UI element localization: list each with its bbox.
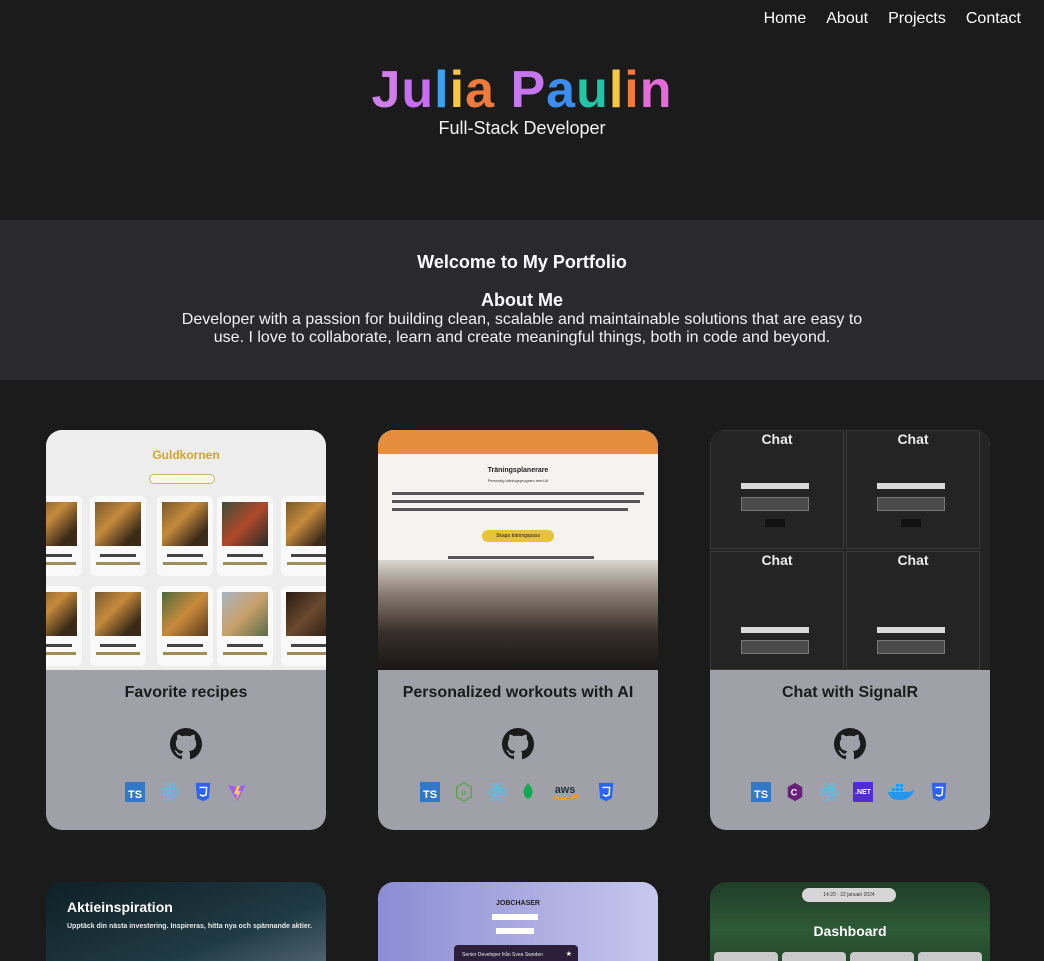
project-card-jobchaser[interactable]: JOBCHASER Senior Developer från Svea Swe… [378, 882, 658, 961]
job-listing: Senior Developer från Svea Sweden ★ [454, 945, 578, 961]
screenshot-app-name: Guldkornen [152, 448, 220, 462]
mongodb-icon [523, 782, 533, 802]
project-screenshot: Chat Chat Chat Chat [710, 430, 990, 670]
hero-name-letter: a [465, 61, 495, 119]
csharp-icon: C [787, 782, 803, 802]
project-card-recipes[interactable]: Guldkornen Favorite recipes TS [46, 430, 326, 830]
screenshot-button: Skapa träningspass [482, 530, 554, 542]
vite-icon [228, 785, 246, 801]
nodejs-icon: js [456, 782, 472, 802]
css3-icon [931, 782, 947, 802]
project-screenshot-title: Dashboard [813, 923, 887, 939]
hero-name-letter: l [434, 61, 450, 119]
react-icon [819, 783, 839, 801]
screenshot-subtitle: Personlig träningsprogram med AI [487, 478, 549, 483]
about-heading: About Me [481, 290, 563, 310]
css3-icon [598, 782, 614, 802]
svg-text:aws: aws [555, 784, 576, 796]
tech-stack: TS js aws [378, 782, 658, 802]
github-icon[interactable] [170, 728, 202, 760]
react-icon [488, 783, 508, 801]
hero: Julia Paulin Full-Stack Developer [0, 62, 1044, 139]
project-screenshot-title: JOBCHASER [496, 900, 540, 907]
hero-name-letter: i [449, 61, 466, 119]
typescript-icon: TS [125, 782, 145, 802]
hero-name-letter [495, 61, 510, 119]
project-card-aktie[interactable]: Aktieinspiration Upptäck din nästa inves… [46, 882, 326, 961]
project-screenshot: Träningsplanerare Personlig träningsprog… [378, 430, 658, 670]
project-screenshot-text: Upptäck din nästa investering. Inspirera… [67, 923, 313, 930]
nav-contact-link[interactable]: Contact [966, 10, 1021, 28]
screenshot-topbar [378, 430, 658, 454]
project-card-chat[interactable]: Chat Chat Chat Chat Chat with SignalR TS… [710, 430, 990, 830]
docker-icon [888, 784, 914, 800]
hero-name-letter: u [576, 61, 609, 119]
screenshot-app-name: Träningsplanerare [487, 467, 549, 474]
typescript-icon: TS [420, 782, 440, 802]
about-section: Welcome to My Portfolio About Me Develop… [0, 220, 1044, 380]
nav-home-link[interactable]: Home [764, 10, 807, 28]
dotnet-icon: .NET [853, 782, 873, 802]
nav-about-link[interactable]: About [826, 10, 868, 28]
time-pill: 14:20 · 22 januari 2024 [802, 888, 896, 902]
github-icon[interactable] [502, 728, 534, 760]
project-card-workouts[interactable]: Träningsplanerare Personlig träningsprog… [378, 430, 658, 830]
screenshot-search [149, 474, 215, 484]
hero-subtitle: Full-Stack Developer [438, 118, 606, 138]
hero-name-letter: n [639, 61, 673, 119]
hero-name-letter: P [510, 61, 547, 119]
github-icon[interactable] [834, 728, 866, 760]
tech-stack: TS C .NET [710, 782, 990, 802]
svg-text:js: js [460, 790, 467, 797]
main-nav: Home About Projects Contact [764, 10, 1021, 28]
svg-text:C: C [791, 788, 798, 798]
project-screenshot-title: Aktieinspiration [67, 899, 173, 915]
nav-projects-link[interactable]: Projects [888, 10, 946, 28]
hero-name-letter: u [401, 61, 435, 119]
tech-stack: TS [46, 782, 326, 802]
css3-icon [195, 782, 211, 802]
react-icon [159, 783, 179, 801]
project-card-dashboard[interactable]: 14:20 · 22 januari 2024 Dashboard [710, 882, 990, 961]
aws-icon: aws [552, 784, 579, 800]
typescript-icon: TS [751, 782, 771, 802]
screenshot-photo [378, 560, 658, 670]
project-title: Favorite recipes [124, 684, 248, 701]
star-icon: ★ [565, 951, 572, 958]
project-screenshot: Guldkornen [46, 430, 326, 670]
about-text: Developer with a passion for building cl… [181, 311, 863, 346]
project-title: Personalized workouts with AI [402, 684, 634, 701]
hero-name-letter: J [371, 61, 402, 119]
hero-name-letter: a [546, 61, 577, 119]
hero-name: Julia Paulin [0, 62, 1044, 118]
project-title: Chat with SignalR [782, 684, 918, 701]
hero-name-letter: i [624, 61, 640, 119]
welcome-heading: Welcome to My Portfolio [417, 252, 627, 272]
hero-name-letter: l [608, 61, 625, 119]
